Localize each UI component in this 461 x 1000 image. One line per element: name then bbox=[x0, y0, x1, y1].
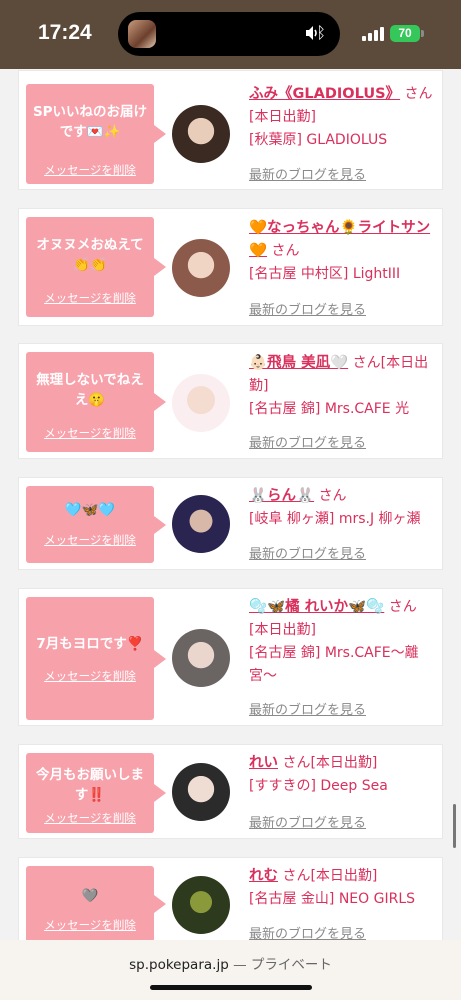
avatar[interactable] bbox=[172, 629, 230, 687]
san-suffix: さん bbox=[282, 868, 311, 884]
message-card: オヌヌメおぬえて👏👏 メッセージを削除 🧡なっちゃん🌻ライトサン🧡 さん [名古… bbox=[18, 208, 443, 326]
shop-name: [名古屋 錦] Mrs.CAFE 光 bbox=[249, 401, 410, 417]
bluetooth-icon: ᛒ bbox=[316, 23, 326, 42]
delete-message-link[interactable]: メッセージを削除 bbox=[26, 808, 154, 828]
latest-blog-link[interactable]: 最新のブログを見る bbox=[249, 543, 366, 562]
latest-blog-link[interactable]: 最新のブログを見る bbox=[249, 432, 366, 451]
message-text: 🩶 bbox=[81, 888, 99, 904]
delete-message-link[interactable]: メッセージを削除 bbox=[26, 423, 154, 443]
girl-name-link[interactable]: 🫧🦋橘 れいか🦋🫧 bbox=[249, 599, 384, 615]
home-indicator[interactable] bbox=[150, 985, 312, 990]
avatar[interactable] bbox=[172, 763, 230, 821]
message-card: 🩵🦋🩵 メッセージを削除 🐰らん🐰 さん [岐阜 柳ヶ瀬] mrs.J 柳ヶ瀬 … bbox=[18, 477, 443, 570]
cellular-signal-icon bbox=[362, 27, 384, 41]
attendance-status: [本日出勤] bbox=[310, 755, 378, 771]
girl-name-link[interactable]: 👶🏻飛鳥 美凪🤍 bbox=[249, 355, 348, 371]
message-text: SPいいねのお届けです💌✨ bbox=[32, 104, 148, 140]
url-host: sp.pokepara.jp bbox=[129, 957, 229, 973]
shop-name: [名古屋 金山] NEO GIRLS bbox=[249, 891, 416, 907]
san-suffix: さん bbox=[282, 755, 311, 771]
girl-info: れむ さん[本日出勤] [名古屋 金山] NEO GIRLS bbox=[249, 865, 434, 911]
shop-name: [名古屋 錦] Mrs.CAFE〜離宮〜 bbox=[249, 645, 419, 684]
message-text: オヌヌメおぬえて👏👏 bbox=[36, 237, 144, 273]
message-text: 無理しないでねええ🤫 bbox=[36, 372, 144, 408]
avatar[interactable] bbox=[172, 105, 230, 163]
shop-name: [名古屋 中村区] LightIII bbox=[249, 266, 401, 282]
message-bubble: 今月もお願いします‼️ メッセージを削除 bbox=[26, 753, 166, 833]
message-text: 7月もヨロです❣️ bbox=[36, 636, 144, 652]
girl-name-link[interactable]: れむ bbox=[249, 868, 278, 884]
girl-info: 🐰らん🐰 さん [岐阜 柳ヶ瀬] mrs.J 柳ヶ瀬 bbox=[249, 485, 434, 531]
san-suffix: さん bbox=[404, 86, 433, 102]
message-card: 無理しないでねええ🤫 メッセージを削除 👶🏻飛鳥 美凪🤍 さん[本日出勤] [名… bbox=[18, 343, 443, 459]
latest-blog-link[interactable]: 最新のブログを見る bbox=[249, 812, 366, 831]
girl-name-link[interactable]: 🐰らん🐰 bbox=[249, 488, 314, 504]
san-suffix: さん bbox=[352, 355, 381, 371]
now-playing-thumbnail bbox=[128, 20, 156, 48]
attendance-status: [本日出勤] bbox=[249, 109, 316, 125]
avatar[interactable] bbox=[172, 239, 230, 297]
san-suffix: さん bbox=[318, 488, 347, 504]
message-bubble: SPいいねのお届けです💌✨ メッセージを削除 bbox=[26, 84, 166, 184]
safari-url-bar[interactable]: sp.pokepara.jp — プライベート bbox=[0, 940, 461, 1000]
message-bubble: オヌヌメおぬえて👏👏 メッセージを削除 bbox=[26, 217, 166, 317]
attendance-status: [本日出勤] bbox=[249, 622, 316, 638]
shop-name: [岐阜 柳ヶ瀬] mrs.J 柳ヶ瀬 bbox=[249, 511, 421, 527]
avatar[interactable] bbox=[172, 374, 230, 432]
shop-name: [秋葉原] GLADIOLUS bbox=[249, 132, 388, 148]
avatar[interactable] bbox=[172, 495, 230, 553]
girl-info: 🫧🦋橘 れいか🦋🫧 さん [本日出勤] [名古屋 錦] Mrs.CAFE〜離宮〜 bbox=[249, 596, 434, 688]
delete-message-link[interactable]: メッセージを削除 bbox=[26, 915, 154, 935]
message-card: 7月もヨロです❣️ メッセージを削除 🫧🦋橘 れいか🦋🫧 さん [本日出勤] [名… bbox=[18, 588, 443, 726]
message-bubble: 7月もヨロです❣️ メッセージを削除 bbox=[26, 597, 166, 720]
latest-blog-link[interactable]: 最新のブログを見る bbox=[249, 164, 366, 183]
latest-blog-link[interactable]: 最新のブログを見る bbox=[249, 699, 366, 718]
avatar[interactable] bbox=[172, 876, 230, 934]
scrollbar[interactable] bbox=[453, 804, 456, 848]
girl-name-link[interactable]: ふみ《GLADIOLUS》 bbox=[249, 86, 400, 102]
url-text[interactable]: sp.pokepara.jp — プライベート bbox=[0, 953, 461, 973]
attendance-status: [本日出勤] bbox=[310, 868, 378, 884]
delete-message-link[interactable]: メッセージを削除 bbox=[26, 530, 154, 550]
san-suffix: さん bbox=[388, 599, 417, 615]
girl-name-link[interactable]: れい bbox=[249, 755, 278, 771]
girl-info: 👶🏻飛鳥 美凪🤍 さん[本日出勤] [名古屋 錦] Mrs.CAFE 光 bbox=[249, 352, 434, 421]
delete-message-link[interactable]: メッセージを削除 bbox=[26, 666, 154, 686]
girl-info: ふみ《GLADIOLUS》 さん [本日出勤] [秋葉原] GLADIOLUS bbox=[249, 83, 434, 152]
battery-icon: 70 bbox=[390, 25, 420, 42]
latest-blog-link[interactable]: 最新のブログを見る bbox=[249, 299, 366, 318]
girl-info: 🧡なっちゃん🌻ライトサン🧡 さん [名古屋 中村区] LightIII bbox=[249, 217, 434, 286]
status-time: 17:24 bbox=[38, 21, 92, 44]
san-suffix: さん bbox=[271, 243, 300, 259]
message-bubble: 🩵🦋🩵 メッセージを削除 bbox=[26, 486, 166, 563]
girl-info: れい さん[本日出勤] [すすきの] Deep Sea bbox=[249, 752, 434, 798]
delete-message-link[interactable]: メッセージを削除 bbox=[26, 160, 154, 180]
dynamic-island[interactable]: ᛒ bbox=[118, 12, 340, 56]
private-browsing-label: — プライベート bbox=[233, 957, 332, 973]
message-text: 🩵🦋🩵 bbox=[64, 502, 116, 518]
message-card: SPいいねのお届けです💌✨ メッセージを削除 ふみ《GLADIOLUS》 さん [… bbox=[18, 70, 443, 190]
message-card: 今月もお願いします‼️ メッセージを削除 れい さん[本日出勤] [すすきの] … bbox=[18, 744, 443, 839]
message-text: 今月もお願いします‼️ bbox=[36, 767, 144, 803]
delete-message-link[interactable]: メッセージを削除 bbox=[26, 288, 154, 308]
battery-cap bbox=[421, 30, 424, 37]
shop-name: [すすきの] Deep Sea bbox=[249, 778, 388, 794]
message-bubble: 🩶 メッセージを削除 bbox=[26, 866, 166, 942]
message-bubble: 無理しないでねええ🤫 メッセージを削除 bbox=[26, 352, 166, 452]
status-bar: 17:24 ᛒ 70 bbox=[0, 0, 461, 69]
